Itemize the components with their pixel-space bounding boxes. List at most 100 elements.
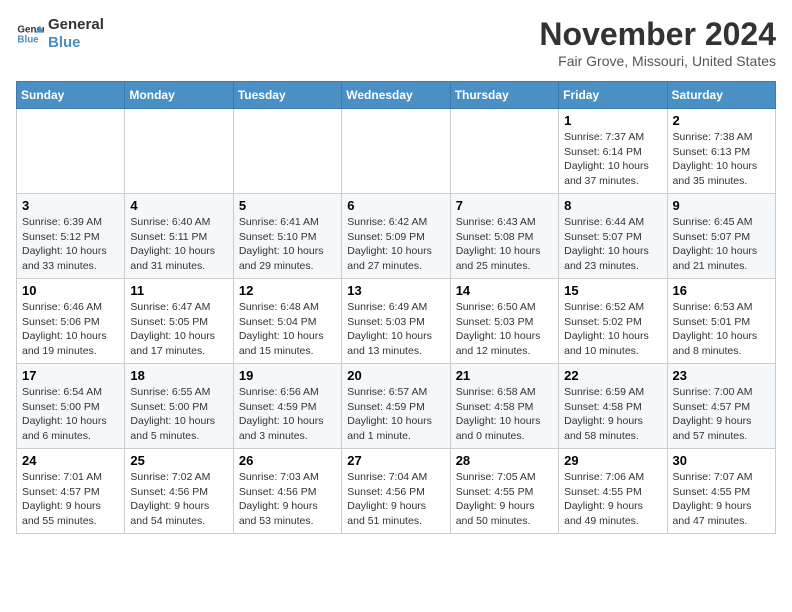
day-number: 16 [673,283,770,298]
day-info: Sunrise: 6:44 AM Sunset: 5:07 PM Dayligh… [564,215,661,274]
location: Fair Grove, Missouri, United States [539,53,776,69]
calendar-cell: 8 Sunrise: 6:44 AM Sunset: 5:07 PM Daylig… [559,194,667,279]
svg-text:Blue: Blue [17,34,39,45]
day-info: Sunrise: 6:40 AM Sunset: 5:11 PM Dayligh… [130,215,227,274]
day-info: Sunrise: 7:03 AM Sunset: 4:56 PM Dayligh… [239,470,336,529]
calendar-cell: 10Sunrise: 6:46 AM Sunset: 5:06 PM Dayli… [17,279,125,364]
day-number: 10 [22,283,119,298]
day-number: 15 [564,283,661,298]
weekday-header-thursday: Thursday [450,82,558,109]
weekday-header-saturday: Saturday [667,82,775,109]
day-number: 22 [564,368,661,383]
day-info: Sunrise: 6:39 AM Sunset: 5:12 PM Dayligh… [22,215,119,274]
day-info: Sunrise: 6:56 AM Sunset: 4:59 PM Dayligh… [239,385,336,444]
calendar-cell: 4 Sunrise: 6:40 AM Sunset: 5:11 PM Daylig… [125,194,233,279]
day-number: 12 [239,283,336,298]
weekday-header-row: SundayMondayTuesdayWednesdayThursdayFrid… [17,82,776,109]
calendar-cell: 24 Sunrise: 7:01 AM Sunset: 4:57 PM Dayli… [17,449,125,534]
day-number: 21 [456,368,553,383]
calendar-cell [342,109,450,194]
weekday-header-sunday: Sunday [17,82,125,109]
day-info: Sunrise: 6:52 AM Sunset: 5:02 PM Dayligh… [564,300,661,359]
day-number: 4 [130,198,227,213]
title-block: November 2024 Fair Grove, Missouri, Unit… [539,16,776,69]
calendar-week-3: 10Sunrise: 6:46 AM Sunset: 5:06 PM Dayli… [17,279,776,364]
day-number: 6 [347,198,444,213]
calendar-cell: 16 Sunrise: 6:53 AM Sunset: 5:01 PM Dayli… [667,279,775,364]
calendar-cell: 28Sunrise: 7:05 AM Sunset: 4:55 PM Dayli… [450,449,558,534]
calendar-cell: 9 Sunrise: 6:45 AM Sunset: 5:07 PM Daylig… [667,194,775,279]
weekday-header-monday: Monday [125,82,233,109]
day-number: 17 [22,368,119,383]
day-number: 7 [456,198,553,213]
day-number: 20 [347,368,444,383]
calendar-cell: 5 Sunrise: 6:41 AM Sunset: 5:10 PM Daylig… [233,194,341,279]
day-number: 1 [564,113,661,128]
day-info: Sunrise: 6:55 AM Sunset: 5:00 PM Dayligh… [130,385,227,444]
calendar-cell: 27 Sunrise: 7:04 AM Sunset: 4:56 PM Dayli… [342,449,450,534]
day-number: 26 [239,453,336,468]
calendar-cell: 21Sunrise: 6:58 AM Sunset: 4:58 PM Dayli… [450,364,558,449]
calendar-cell: 30 Sunrise: 7:07 AM Sunset: 4:55 PM Dayli… [667,449,775,534]
calendar-cell [450,109,558,194]
calendar-cell: 29 Sunrise: 7:06 AM Sunset: 4:55 PM Dayli… [559,449,667,534]
month-title: November 2024 [539,16,776,53]
day-number: 23 [673,368,770,383]
day-info: Sunrise: 6:45 AM Sunset: 5:07 PM Dayligh… [673,215,770,274]
calendar-cell: 1 Sunrise: 7:37 AM Sunset: 6:14 PM Daylig… [559,109,667,194]
logo: General Blue General Blue [16,16,104,52]
day-info: Sunrise: 6:48 AM Sunset: 5:04 PM Dayligh… [239,300,336,359]
day-number: 25 [130,453,227,468]
calendar-cell: 23Sunrise: 7:00 AM Sunset: 4:57 PM Dayli… [667,364,775,449]
calendar-cell: 15 Sunrise: 6:52 AM Sunset: 5:02 PM Dayli… [559,279,667,364]
calendar-week-5: 24 Sunrise: 7:01 AM Sunset: 4:57 PM Dayli… [17,449,776,534]
day-number: 13 [347,283,444,298]
calendar-cell: 6Sunrise: 6:42 AM Sunset: 5:09 PM Daylig… [342,194,450,279]
day-number: 18 [130,368,227,383]
day-info: Sunrise: 6:41 AM Sunset: 5:10 PM Dayligh… [239,215,336,274]
day-number: 5 [239,198,336,213]
day-info: Sunrise: 7:38 AM Sunset: 6:13 PM Dayligh… [673,130,770,189]
calendar-cell: 12 Sunrise: 6:48 AM Sunset: 5:04 PM Dayli… [233,279,341,364]
day-number: 8 [564,198,661,213]
calendar-body: 1 Sunrise: 7:37 AM Sunset: 6:14 PM Daylig… [17,109,776,534]
day-info: Sunrise: 6:49 AM Sunset: 5:03 PM Dayligh… [347,300,444,359]
calendar-week-1: 1 Sunrise: 7:37 AM Sunset: 6:14 PM Daylig… [17,109,776,194]
weekday-header-tuesday: Tuesday [233,82,341,109]
calendar-cell: 18 Sunrise: 6:55 AM Sunset: 5:00 PM Dayli… [125,364,233,449]
day-number: 27 [347,453,444,468]
day-number: 14 [456,283,553,298]
calendar-cell: 22Sunrise: 6:59 AM Sunset: 4:58 PM Dayli… [559,364,667,449]
calendar-week-2: 3Sunrise: 6:39 AM Sunset: 5:12 PM Daylig… [17,194,776,279]
calendar-cell: 26 Sunrise: 7:03 AM Sunset: 4:56 PM Dayli… [233,449,341,534]
logo-icon: General Blue [16,20,44,48]
logo-line1: General [48,16,104,33]
day-info: Sunrise: 7:04 AM Sunset: 4:56 PM Dayligh… [347,470,444,529]
day-info: Sunrise: 6:47 AM Sunset: 5:05 PM Dayligh… [130,300,227,359]
calendar-cell: 14 Sunrise: 6:50 AM Sunset: 5:03 PM Dayli… [450,279,558,364]
day-number: 30 [673,453,770,468]
day-info: Sunrise: 6:43 AM Sunset: 5:08 PM Dayligh… [456,215,553,274]
day-info: Sunrise: 7:37 AM Sunset: 6:14 PM Dayligh… [564,130,661,189]
day-number: 2 [673,113,770,128]
day-number: 29 [564,453,661,468]
calendar-cell: 13 Sunrise: 6:49 AM Sunset: 5:03 PM Dayli… [342,279,450,364]
calendar-week-4: 17Sunrise: 6:54 AM Sunset: 5:00 PM Dayli… [17,364,776,449]
calendar-table: SundayMondayTuesdayWednesdayThursdayFrid… [16,81,776,534]
day-number: 11 [130,283,227,298]
day-info: Sunrise: 7:07 AM Sunset: 4:55 PM Dayligh… [673,470,770,529]
calendar-cell [125,109,233,194]
day-number: 19 [239,368,336,383]
calendar-cell [17,109,125,194]
day-info: Sunrise: 6:50 AM Sunset: 5:03 PM Dayligh… [456,300,553,359]
day-info: Sunrise: 7:06 AM Sunset: 4:55 PM Dayligh… [564,470,661,529]
day-number: 9 [673,198,770,213]
weekday-header-friday: Friday [559,82,667,109]
day-info: Sunrise: 6:53 AM Sunset: 5:01 PM Dayligh… [673,300,770,359]
day-info: Sunrise: 7:01 AM Sunset: 4:57 PM Dayligh… [22,470,119,529]
calendar-cell: 19 Sunrise: 6:56 AM Sunset: 4:59 PM Dayli… [233,364,341,449]
calendar-cell: 7 Sunrise: 6:43 AM Sunset: 5:08 PM Daylig… [450,194,558,279]
day-info: Sunrise: 7:05 AM Sunset: 4:55 PM Dayligh… [456,470,553,529]
weekday-header-wednesday: Wednesday [342,82,450,109]
day-number: 24 [22,453,119,468]
